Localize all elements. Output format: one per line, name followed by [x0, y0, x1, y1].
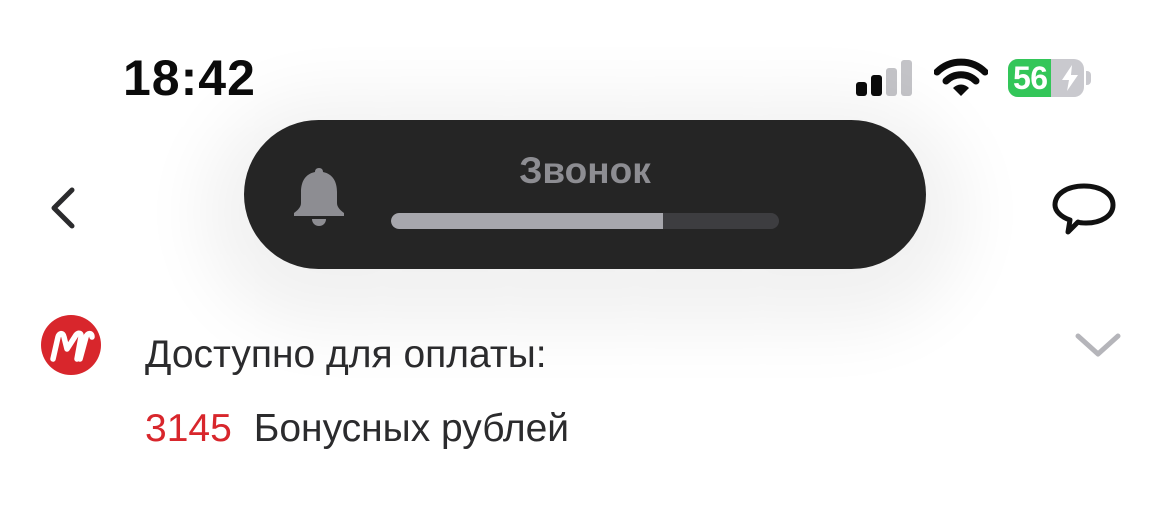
bell-icon	[294, 168, 344, 226]
bonus-unit: Бонусных рублей	[253, 407, 570, 450]
wifi-icon	[934, 58, 988, 96]
chevron-left-icon	[51, 187, 75, 229]
volume-hud: Звонок	[244, 120, 926, 269]
status-time: 18:42	[123, 50, 256, 106]
bonus-amount: 3145	[145, 407, 232, 450]
chevron-down-icon	[1075, 333, 1121, 357]
charging-bolt-icon	[1062, 65, 1078, 91]
speech-bubble-icon	[1052, 183, 1116, 235]
m-video-logo	[41, 315, 101, 375]
volume-slider-fill	[391, 213, 663, 229]
available-label: Доступно для оплаты:	[145, 333, 547, 376]
signal-bar	[871, 75, 882, 96]
cellular-signal-icon	[856, 60, 914, 96]
signal-bar	[856, 82, 867, 96]
hud-title: Звонок	[519, 150, 651, 191]
volume-slider[interactable]	[391, 213, 779, 229]
battery-cap	[1086, 71, 1091, 85]
battery-icon: 56	[1008, 59, 1084, 97]
chat-button[interactable]	[1050, 180, 1118, 238]
signal-bar	[901, 60, 912, 96]
bonus-balance: 3145 Бонусных рублей	[145, 406, 569, 452]
back-button[interactable]	[40, 180, 88, 236]
expand-button[interactable]	[1074, 330, 1122, 360]
battery-percent: 56	[1013, 60, 1048, 96]
signal-bar	[886, 68, 897, 96]
